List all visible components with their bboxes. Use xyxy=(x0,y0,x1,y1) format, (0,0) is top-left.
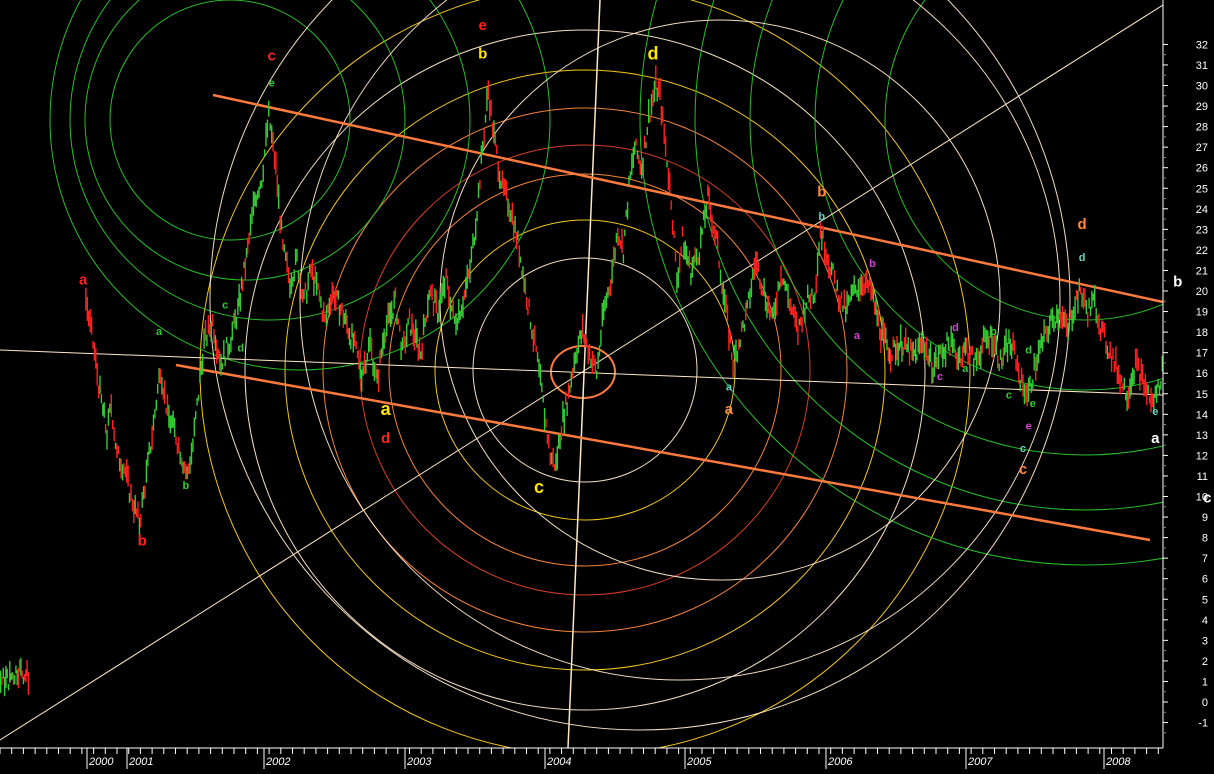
y-tick-label: 13 xyxy=(1196,430,1208,442)
wave-label: b xyxy=(869,258,876,270)
wave-label: e xyxy=(479,17,487,34)
x-tick-label: 2007 xyxy=(967,756,993,768)
wave-label: b xyxy=(1173,274,1182,291)
y-tick-label: 19 xyxy=(1196,307,1208,319)
y-tick-label: 30 xyxy=(1196,81,1208,93)
wave-label: a xyxy=(1151,430,1160,447)
y-tick-label: 26 xyxy=(1196,163,1208,175)
y-tick-label: 32 xyxy=(1196,39,1208,51)
y-tick-label: 29 xyxy=(1196,101,1208,113)
wave-label: b xyxy=(817,183,826,200)
x-tick-label: 2001 xyxy=(128,756,153,768)
y-tick-label: 24 xyxy=(1196,204,1208,216)
y-tick-label: 11 xyxy=(1197,471,1208,483)
y-tick-label: 25 xyxy=(1196,183,1208,195)
y-tick-label: 12 xyxy=(1196,450,1208,462)
wave-label: d xyxy=(237,342,244,354)
wave-label: c xyxy=(937,371,943,383)
x-tick-label: 2004 xyxy=(546,756,571,768)
wave-label: d xyxy=(1079,252,1086,264)
y-tick-label: 17 xyxy=(1196,348,1208,360)
x-tick-label: 2002 xyxy=(265,756,290,768)
wave-label: a xyxy=(854,330,861,342)
wave-label: e xyxy=(1152,406,1158,418)
y-tick-label: 22 xyxy=(1196,245,1208,257)
y-tick-label: 7 xyxy=(1202,553,1208,565)
wave-label: c xyxy=(267,48,275,65)
x-tick-label: 2006 xyxy=(827,756,853,768)
y-tick-label: 18 xyxy=(1196,327,1208,339)
y-tick-label: 0 xyxy=(1202,697,1208,709)
wave-label: b xyxy=(818,211,825,223)
wave-label: e xyxy=(1030,398,1036,410)
wave-label: a xyxy=(381,399,392,419)
wave-label: d xyxy=(1025,345,1032,357)
y-tick-label: 5 xyxy=(1202,594,1208,606)
y-tick-label: 14 xyxy=(1196,409,1208,421)
wave-label: d xyxy=(952,322,959,334)
wave-label: b xyxy=(990,326,997,338)
wave-label: e xyxy=(1026,421,1032,433)
y-tick-label: 9 xyxy=(1202,512,1208,524)
y-tick-label: 2 xyxy=(1202,656,1208,668)
wave-label: d xyxy=(1078,216,1087,233)
wave-label: c xyxy=(534,477,544,497)
wave-label: c xyxy=(1019,461,1027,478)
chart-svg: abceadcbdabcdeeabcdeabcdeabcdeabcdeabcde… xyxy=(0,0,1214,769)
wave-label: a xyxy=(726,381,733,393)
chart-root: abceadcbdabcdeeabcdeabcdeabcdeabcdeabcde… xyxy=(0,0,1214,769)
x-tick-label: 2000 xyxy=(88,756,114,768)
wave-label: d xyxy=(381,430,390,447)
wave-label: c xyxy=(222,299,228,311)
wave-label: d xyxy=(647,43,658,63)
y-tick-label: 3 xyxy=(1202,635,1208,647)
wave-label: a xyxy=(962,363,969,375)
x-tick-label: 2003 xyxy=(406,756,432,768)
y-tick-label: 1 xyxy=(1202,676,1208,688)
y-tick-label: 23 xyxy=(1196,224,1208,236)
wave-label: b xyxy=(478,46,487,63)
y-tick-label: -1 xyxy=(1198,718,1208,730)
y-tick-label: 6 xyxy=(1202,574,1208,586)
wave-label: b xyxy=(138,533,147,550)
y-tick-label: 15 xyxy=(1196,389,1208,401)
x-tick-label: 2008 xyxy=(1105,756,1131,768)
y-tick-label: 8 xyxy=(1202,533,1208,545)
y-tick-label: 10 xyxy=(1196,492,1208,504)
wave-label: b xyxy=(182,480,189,492)
y-tick-label: 27 xyxy=(1196,142,1208,154)
wave-label: c xyxy=(1006,390,1012,402)
wave-label: a xyxy=(79,272,88,289)
y-tick-label: 16 xyxy=(1196,368,1208,380)
wave-label: a xyxy=(156,326,163,338)
wave-label: e xyxy=(269,77,275,89)
y-tick-label: 4 xyxy=(1202,615,1208,627)
y-tick-label: 28 xyxy=(1196,122,1208,134)
wave-label: a xyxy=(725,401,734,418)
x-tick-label: 2005 xyxy=(686,756,712,768)
y-tick-label: 21 xyxy=(1196,265,1208,277)
y-tick-label: 31 xyxy=(1196,60,1208,72)
y-tick-label: 20 xyxy=(1196,286,1208,298)
wave-label: c xyxy=(1020,443,1026,455)
